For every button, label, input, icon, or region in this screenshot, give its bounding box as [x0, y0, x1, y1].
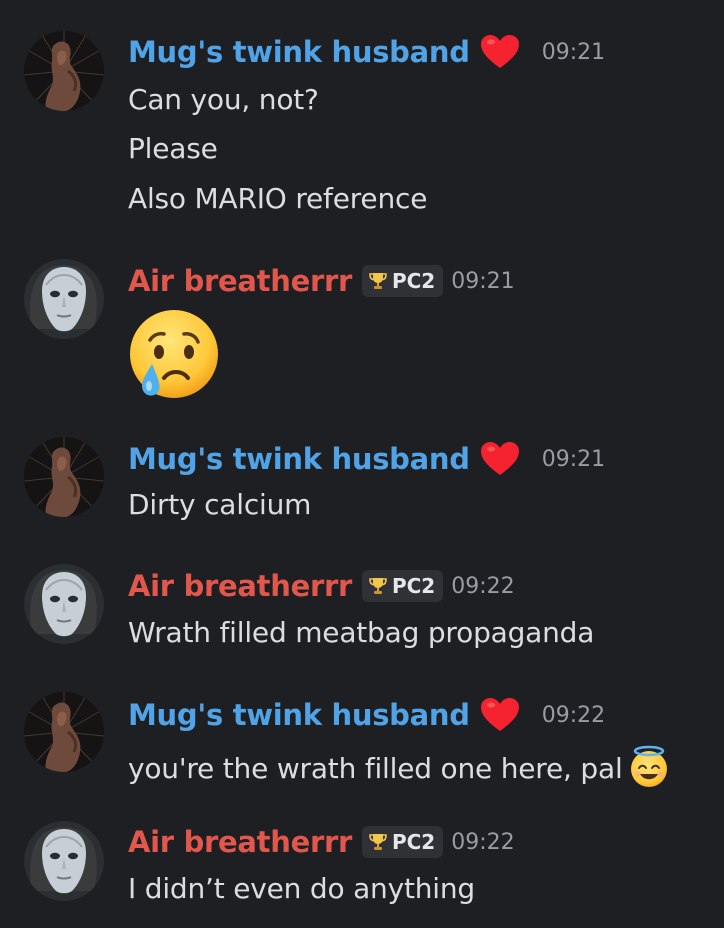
timestamp[interactable]: 09:21 [542, 447, 605, 472]
message-text-row: you're the wrath filled one here, pal [128, 744, 671, 788]
smiling-face-with-halo-icon[interactable] [627, 744, 671, 788]
message-header: Air breatherrr PC2 09:22 [128, 825, 515, 859]
timestamp[interactable]: 09:22 [451, 830, 514, 855]
avatar-image [24, 821, 104, 901]
avatar-image [24, 564, 104, 644]
crying-face-icon[interactable] [128, 308, 220, 400]
author-name[interactable]: Mug's twink husband [128, 35, 470, 69]
trophy-icon [368, 576, 388, 596]
role-badge[interactable]: PC2 [361, 265, 444, 297]
author-name[interactable]: Air breatherrr [128, 264, 352, 298]
avatar-image [24, 259, 104, 339]
role-badge[interactable]: PC2 [361, 570, 444, 602]
timestamp[interactable]: 09:22 [451, 574, 514, 599]
author-name[interactable]: Air breatherrr [128, 569, 352, 603]
timestamp[interactable]: 09:21 [542, 40, 605, 65]
heart-icon [480, 441, 520, 477]
avatar[interactable] [24, 692, 104, 772]
avatar-image [24, 31, 104, 111]
message-header: Mug's twink husband 09:21 [128, 34, 605, 70]
message-text: I didn’t even do anything [128, 872, 475, 905]
avatar[interactable] [24, 821, 104, 901]
message-header: Air breatherrr PC2 09:22 [128, 569, 515, 603]
badge-label: PC2 [391, 574, 436, 598]
avatar[interactable] [24, 31, 104, 111]
timestamp[interactable]: 09:21 [451, 269, 514, 294]
heart-icon [480, 697, 520, 733]
message-text: Dirty calcium [128, 488, 312, 521]
author-name[interactable]: Mug's twink husband [128, 698, 470, 732]
avatar[interactable] [24, 564, 104, 644]
avatar-image [24, 692, 104, 772]
timestamp[interactable]: 09:22 [542, 703, 605, 728]
message-header: Air breatherrr PC2 09:21 [128, 264, 515, 298]
message-header: Mug's twink husband 09:22 [128, 697, 605, 733]
message-text: Please [128, 132, 218, 165]
author-name[interactable]: Air breatherrr [128, 825, 352, 859]
author-name[interactable]: Mug's twink husband [128, 442, 470, 476]
message-text: Also MARIO reference [128, 182, 428, 215]
message-header: Mug's twink husband 09:21 [128, 441, 605, 477]
avatar[interactable] [24, 437, 104, 517]
avatar[interactable] [24, 259, 104, 339]
message-text: you're the wrath filled one here, pal [128, 752, 623, 785]
role-badge[interactable]: PC2 [361, 826, 444, 858]
message-text: Wrath filled meatbag propaganda [128, 616, 595, 649]
message-text: Can you, not? [128, 83, 319, 116]
badge-label: PC2 [391, 830, 436, 854]
trophy-icon [368, 271, 388, 291]
avatar-image [24, 437, 104, 517]
trophy-icon [368, 832, 388, 852]
badge-label: PC2 [391, 269, 436, 293]
heart-icon [480, 34, 520, 70]
